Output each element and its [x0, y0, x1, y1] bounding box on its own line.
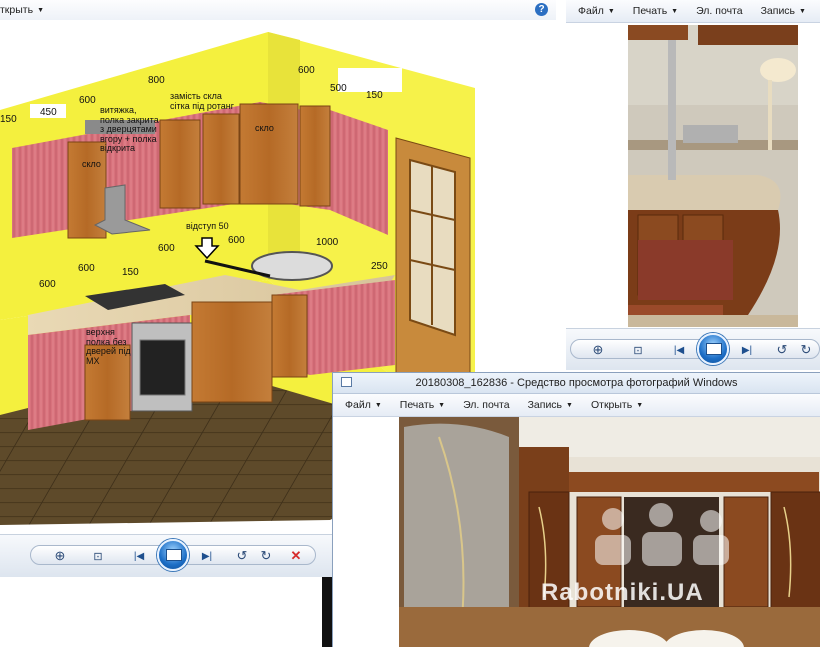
previous-icon[interactable]: |◀	[126, 535, 152, 577]
menu-burn[interactable]: Запись ▼	[519, 399, 582, 411]
rotate-left-icon[interactable]: ↺	[234, 535, 250, 577]
photo-viewer-window-right: Файл▼ Печать▼ Эл. почта Запись▼ ⊕ ⊡ |	[566, 0, 820, 370]
menu-email[interactable]: Эл. почта	[454, 399, 518, 411]
menu-burn[interactable]: Запись ▼	[752, 5, 815, 17]
help-icon[interactable]: ?	[535, 3, 548, 16]
dim-label: 150	[122, 267, 139, 278]
dim-label: 150	[0, 114, 17, 125]
dim-label: 500	[330, 83, 347, 94]
window-title: 20180308_162836 - Средство просмотра фот…	[415, 377, 738, 389]
photo-viewer-window-bottom: 20180308_162836 - Средство просмотра фот…	[332, 372, 820, 647]
note-rattan: замість скла сітка під ротанг	[170, 91, 234, 111]
menu-file[interactable]: Файл ▼	[333, 399, 391, 411]
fit-window-icon[interactable]: ⊡	[90, 535, 106, 577]
menu-email[interactable]: Эл. почта	[687, 5, 751, 17]
rotate-right-icon[interactable]: ↻	[798, 329, 814, 370]
slideshow-button[interactable]	[697, 333, 729, 365]
dim-label: 600	[298, 65, 315, 76]
menu-file[interactable]: Файл ▼	[566, 5, 624, 17]
zoom-icon[interactable]: ⊕	[588, 329, 608, 370]
note-glass: скло	[82, 159, 101, 169]
kitchen-photo-right	[628, 25, 798, 327]
dim-label: 600	[79, 95, 96, 106]
watermark: Rabotniki.UA	[541, 579, 704, 606]
desktop-gap	[322, 577, 332, 647]
slideshow-button[interactable]	[157, 539, 189, 571]
dim-label: 600	[78, 263, 95, 274]
menu-print[interactable]: Печать ▼	[624, 5, 687, 17]
next-icon[interactable]: ▶|	[734, 329, 760, 370]
dim-label: 600	[228, 235, 245, 246]
dim-label: 800	[148, 75, 165, 86]
menu-print[interactable]: Печать ▼	[391, 399, 454, 411]
viewer-toolbar: ⊕ ⊡ |◀ ▶| ↺ ↻	[566, 328, 820, 370]
next-icon[interactable]: ▶|	[194, 535, 220, 577]
note-hood: витяжка, полка закрита з дверцятами вгор…	[100, 105, 159, 153]
menu-open[interactable]: ткрыть ▼	[0, 4, 53, 16]
kitchen-photo-bottom: Rabotniki.UA	[399, 417, 820, 647]
dim-label: 1000	[316, 237, 339, 248]
delete-icon[interactable]: ✕	[288, 535, 304, 577]
menu-open[interactable]: Открыть ▼	[582, 399, 652, 411]
rotate-right-icon[interactable]: ↻	[258, 535, 274, 577]
note-glass: скло	[255, 123, 274, 133]
dim-label: 600	[158, 243, 175, 254]
dim-label: 450	[40, 107, 57, 118]
note-shelf: верхня полка без дверей під МХ	[86, 327, 131, 366]
menu-bar: ткрыть ▼ ?	[0, 0, 556, 20]
note-offset: відступ 50	[186, 221, 229, 231]
menu-bar: Файл ▼ Печать ▼ Эл. почта Запись ▼ Открыть ▼	[333, 394, 820, 417]
dim-label: 250	[371, 261, 388, 272]
dim-label: 150	[366, 90, 383, 101]
dim-label: 600	[39, 279, 56, 290]
menu-bar: Файл ▼ Печать ▼ Эл. почта Запись ▼	[566, 0, 820, 23]
previous-icon[interactable]: |◀	[666, 329, 692, 370]
fit-window-icon[interactable]: ⊡	[630, 329, 646, 370]
title-bar: 20180308_162836 - Средство просмотра фот…	[333, 373, 820, 394]
rotate-left-icon[interactable]: ↺	[774, 329, 790, 370]
zoom-icon[interactable]: ⊕	[50, 535, 70, 577]
